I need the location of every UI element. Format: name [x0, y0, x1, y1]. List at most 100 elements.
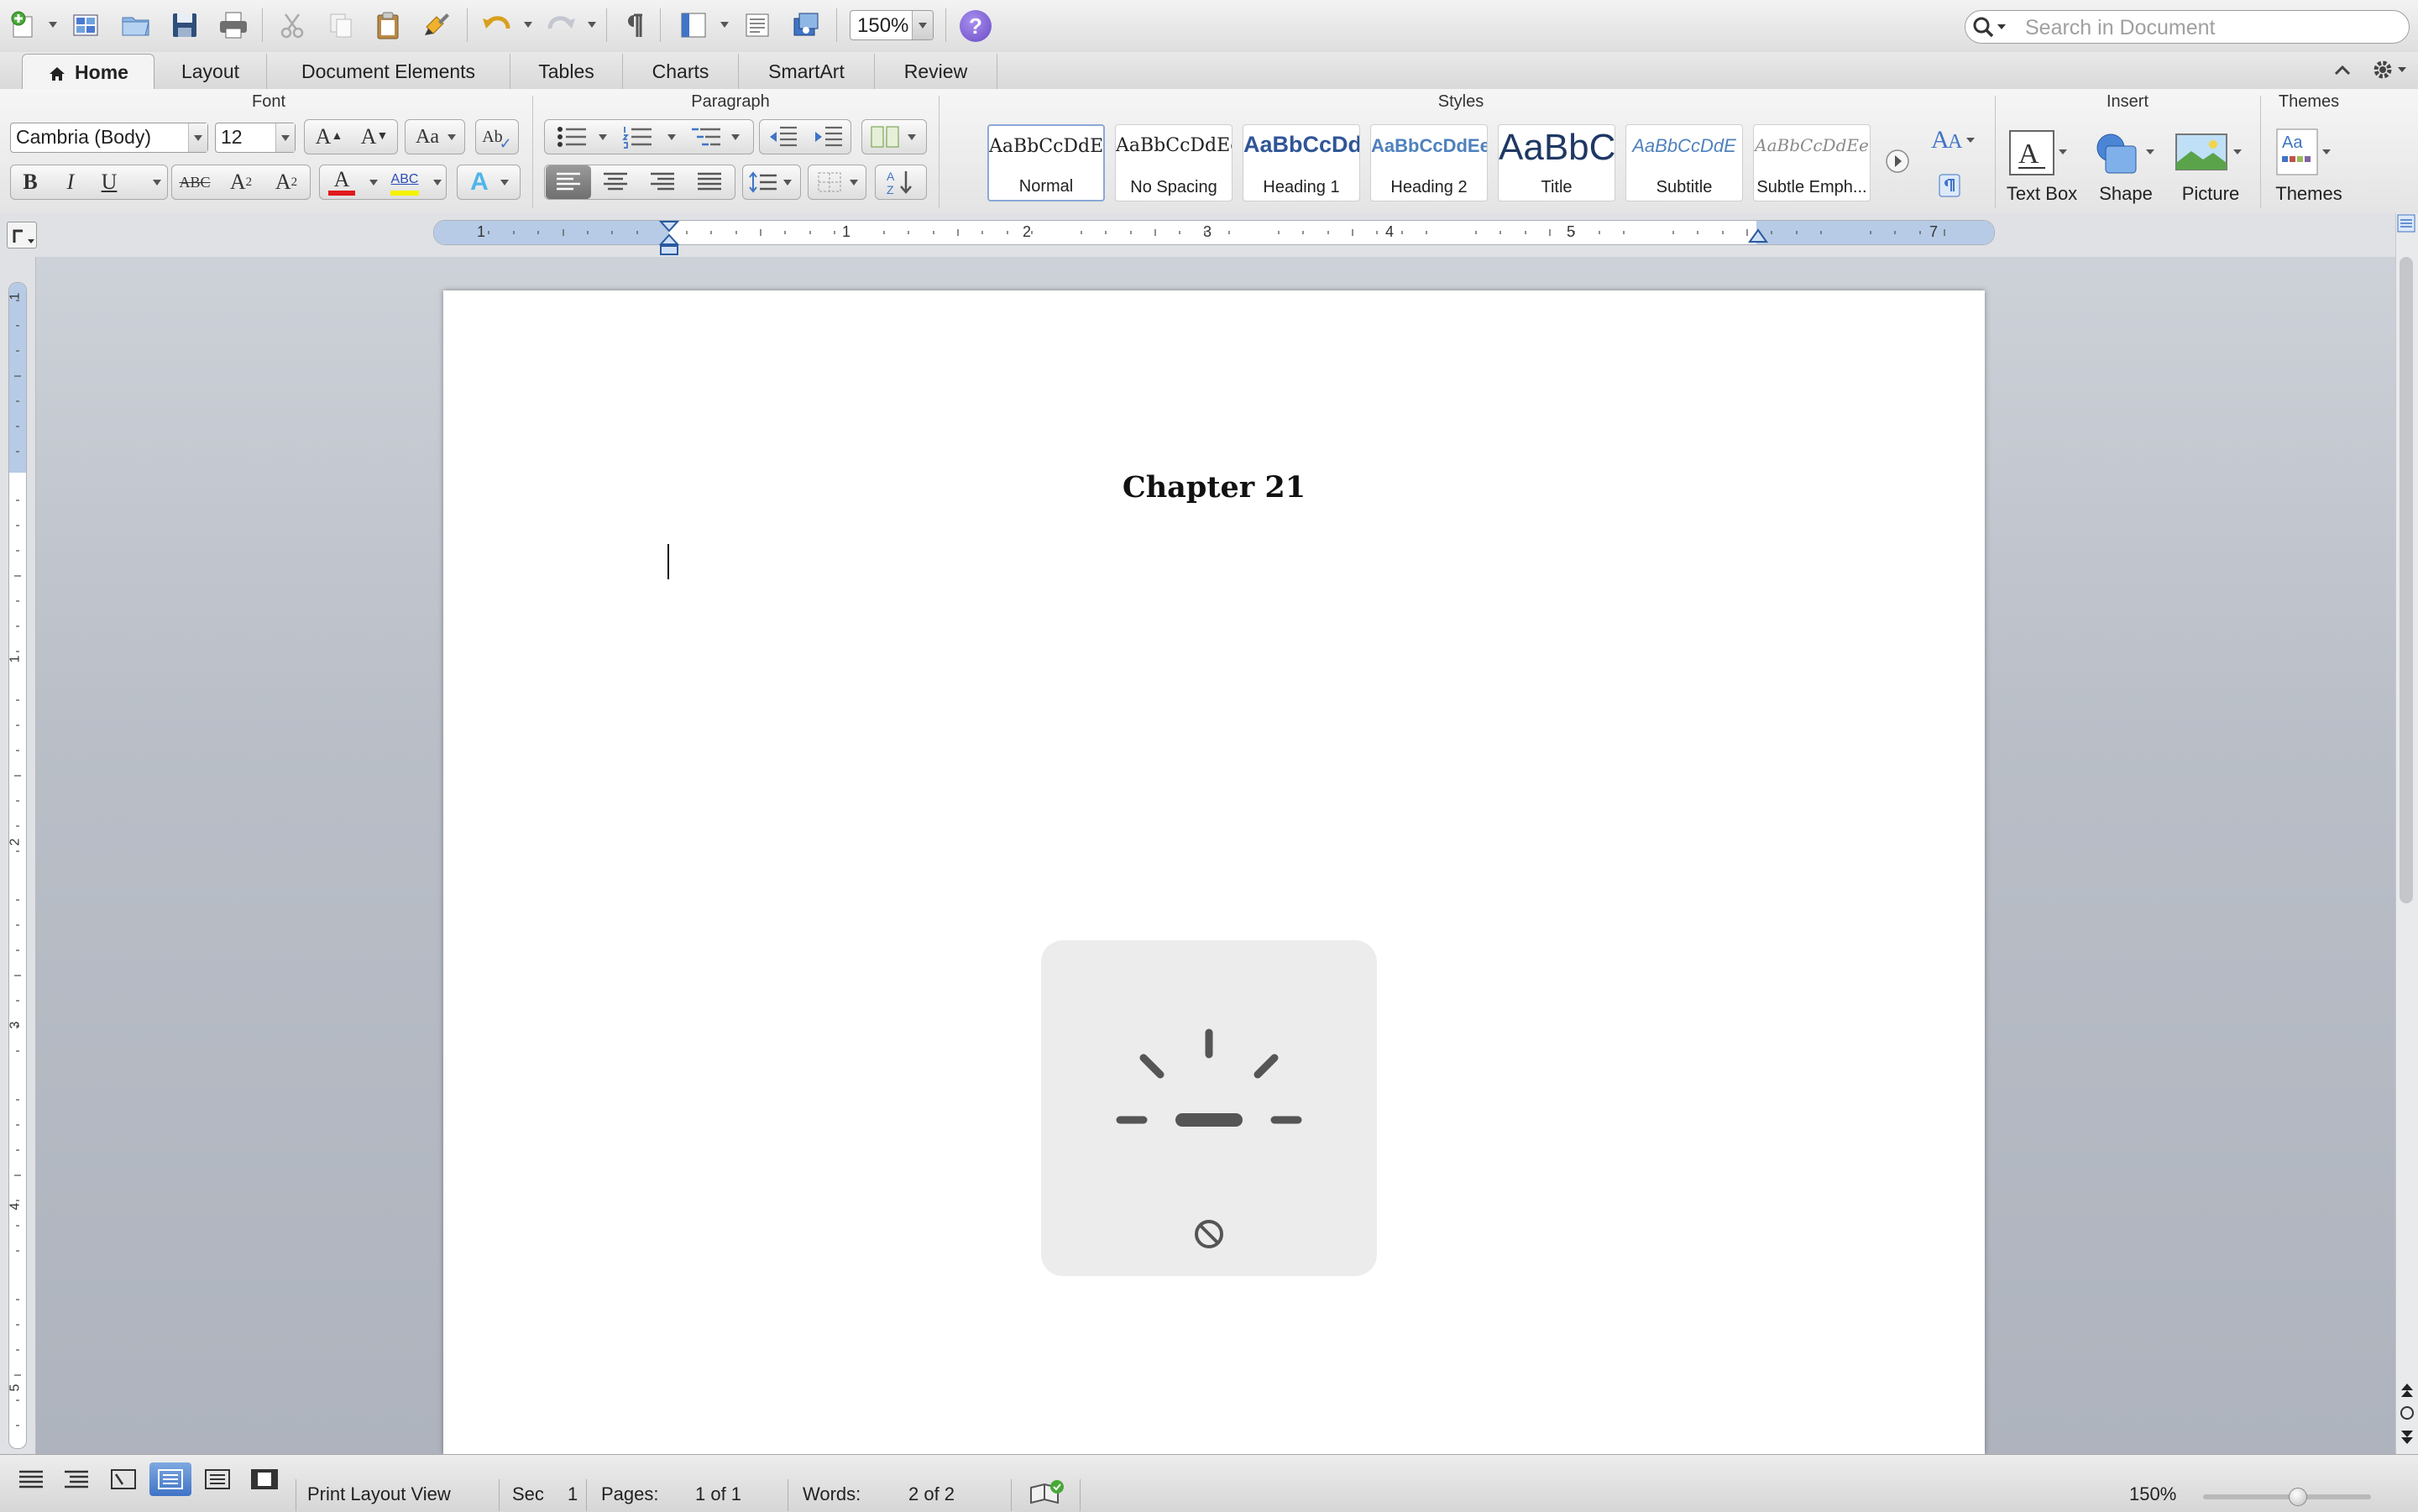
first-line-indent-marker[interactable]	[658, 220, 680, 257]
underline-dropdown[interactable]	[153, 180, 161, 186]
style-subtitle[interactable]: AaBbCcDdE Subtitle	[1625, 124, 1743, 201]
paste-button[interactable]	[369, 7, 406, 44]
manage-styles-button[interactable]: AA	[1931, 123, 1978, 156]
new-document-button[interactable]	[5, 7, 42, 44]
redo-dropdown-arrow[interactable]	[588, 22, 596, 28]
italic-button[interactable]: I	[52, 165, 89, 199]
tab-layout[interactable]: Layout	[154, 54, 267, 89]
align-right-button[interactable]	[640, 165, 685, 199]
styles-next-button[interactable]	[1884, 148, 1911, 175]
gallery-button[interactable]	[67, 7, 104, 44]
increase-indent-button[interactable]	[806, 120, 850, 154]
columns-button[interactable]	[863, 120, 907, 154]
font-name-combo[interactable]: Cambria (Body)	[10, 123, 208, 153]
style-normal[interactable]: AaBbCcDdEe Normal	[987, 124, 1105, 201]
text-effects-dropdown[interactable]	[500, 180, 509, 186]
media-browser-button[interactable]	[788, 7, 824, 44]
view-page-button[interactable]	[739, 7, 776, 44]
format-painter-button[interactable]	[418, 7, 455, 44]
style-subtle-emphasis[interactable]: AaBbCcDdEe Subtle Emph...	[1753, 124, 1871, 201]
tab-charts[interactable]: Charts	[623, 54, 739, 89]
shrink-font-button[interactable]: A ▼	[353, 120, 396, 154]
tab-home[interactable]: Home	[22, 54, 154, 89]
tab-smartart[interactable]: SmartArt	[739, 54, 875, 89]
draft-view-button[interactable]	[10, 1462, 52, 1496]
ribbon-settings-button[interactable]	[2369, 55, 2411, 84]
tab-stop-selector[interactable]	[7, 222, 37, 249]
print-button[interactable]	[215, 7, 252, 44]
undo-button[interactable]	[479, 7, 516, 44]
open-button[interactable]	[118, 7, 154, 44]
browse-object-button[interactable]	[2400, 1405, 2415, 1420]
multilevel-dropdown[interactable]	[731, 134, 740, 140]
tab-document-elements[interactable]: Document Elements	[267, 54, 510, 89]
save-button[interactable]	[166, 7, 203, 44]
bullets-button[interactable]	[547, 120, 598, 154]
style-pane-button[interactable]	[1936, 171, 1965, 200]
align-left-button[interactable]	[546, 165, 591, 199]
help-button[interactable]: ?	[960, 10, 992, 42]
strikethrough-button[interactable]: ABC	[173, 165, 217, 199]
text-effects-button[interactable]: A	[460, 165, 499, 199]
superscript-button[interactable]: A2	[220, 165, 262, 199]
multilevel-list-button[interactable]	[682, 120, 732, 154]
redo-button[interactable]	[542, 7, 579, 44]
chapter-heading[interactable]: Chapter 21	[443, 470, 1985, 505]
align-center-button[interactable]	[593, 165, 638, 199]
copy-button[interactable]	[322, 7, 359, 44]
split-view-button[interactable]	[2395, 213, 2418, 235]
highlight-dropdown[interactable]	[433, 180, 442, 186]
document-page[interactable]	[443, 290, 1985, 1454]
scrollbar-thumb[interactable]	[2400, 257, 2413, 903]
font-color-dropdown[interactable]	[369, 180, 378, 186]
zoom-slider[interactable]	[2203, 1494, 2371, 1499]
decrease-indent-button[interactable]	[761, 120, 804, 154]
focus-view-button[interactable]	[243, 1462, 285, 1496]
zoom-slider-knob[interactable]	[2289, 1488, 2307, 1506]
style-title[interactable]: AaBbC Title	[1498, 124, 1615, 201]
change-case-button[interactable]: Aa	[406, 120, 448, 154]
highlight-button[interactable]: ABC	[383, 165, 427, 199]
undo-dropdown-arrow[interactable]	[524, 22, 532, 28]
columns-dropdown[interactable]	[908, 134, 916, 140]
publishing-layout-view-button[interactable]	[102, 1462, 144, 1496]
borders-button[interactable]	[809, 165, 850, 199]
notebook-layout-view-button[interactable]	[196, 1462, 238, 1496]
grow-font-button[interactable]: A ▲	[307, 120, 351, 154]
font-color-button[interactable]: A	[322, 165, 361, 199]
sidebar-toggle-button[interactable]	[675, 7, 712, 44]
search-scope-button[interactable]	[1970, 13, 2012, 40]
pages-label[interactable]: Pages:	[601, 1483, 659, 1505]
change-case-dropdown[interactable]	[447, 134, 456, 140]
words-value[interactable]: 2 of 2	[908, 1483, 955, 1505]
bold-button[interactable]: B	[12, 165, 49, 199]
show-formatting-button[interactable]	[616, 7, 653, 44]
justify-button[interactable]	[687, 165, 732, 199]
line-spacing-dropdown[interactable]	[783, 180, 792, 186]
tab-tables[interactable]: Tables	[510, 54, 623, 89]
words-label[interactable]: Words:	[803, 1483, 861, 1505]
sort-button[interactable]: AZ	[878, 165, 924, 199]
previous-page-button[interactable]	[2399, 1380, 2415, 1400]
style-heading-2[interactable]: AaBbCcDdEe Heading 2	[1370, 124, 1488, 201]
outline-view-button[interactable]	[55, 1462, 97, 1496]
font-size-dropdown[interactable]	[275, 123, 295, 152]
sidebar-dropdown-arrow[interactable]	[720, 22, 729, 28]
collapse-ribbon-button[interactable]	[2331, 59, 2354, 82]
subscript-button[interactable]: A2	[265, 165, 307, 199]
clear-formatting-button[interactable]: Ab ✓	[477, 120, 517, 154]
print-layout-view-button[interactable]	[149, 1462, 191, 1496]
spelling-status-button[interactable]	[1028, 1479, 1066, 1508]
underline-button[interactable]: U	[91, 165, 128, 199]
search-input[interactable]	[2023, 12, 2405, 44]
cut-button[interactable]	[274, 7, 311, 44]
right-indent-marker[interactable]	[1748, 228, 1768, 245]
style-no-spacing[interactable]: AaBbCcDdEe No Spacing	[1115, 124, 1233, 201]
borders-dropdown[interactable]	[850, 180, 858, 186]
numbering-button[interactable]	[613, 120, 663, 154]
tab-review[interactable]: Review	[875, 54, 997, 89]
new-dropdown-arrow[interactable]	[49, 22, 57, 28]
numbering-dropdown[interactable]	[667, 134, 676, 140]
line-spacing-button[interactable]	[744, 165, 784, 199]
next-page-button[interactable]	[2399, 1427, 2415, 1447]
